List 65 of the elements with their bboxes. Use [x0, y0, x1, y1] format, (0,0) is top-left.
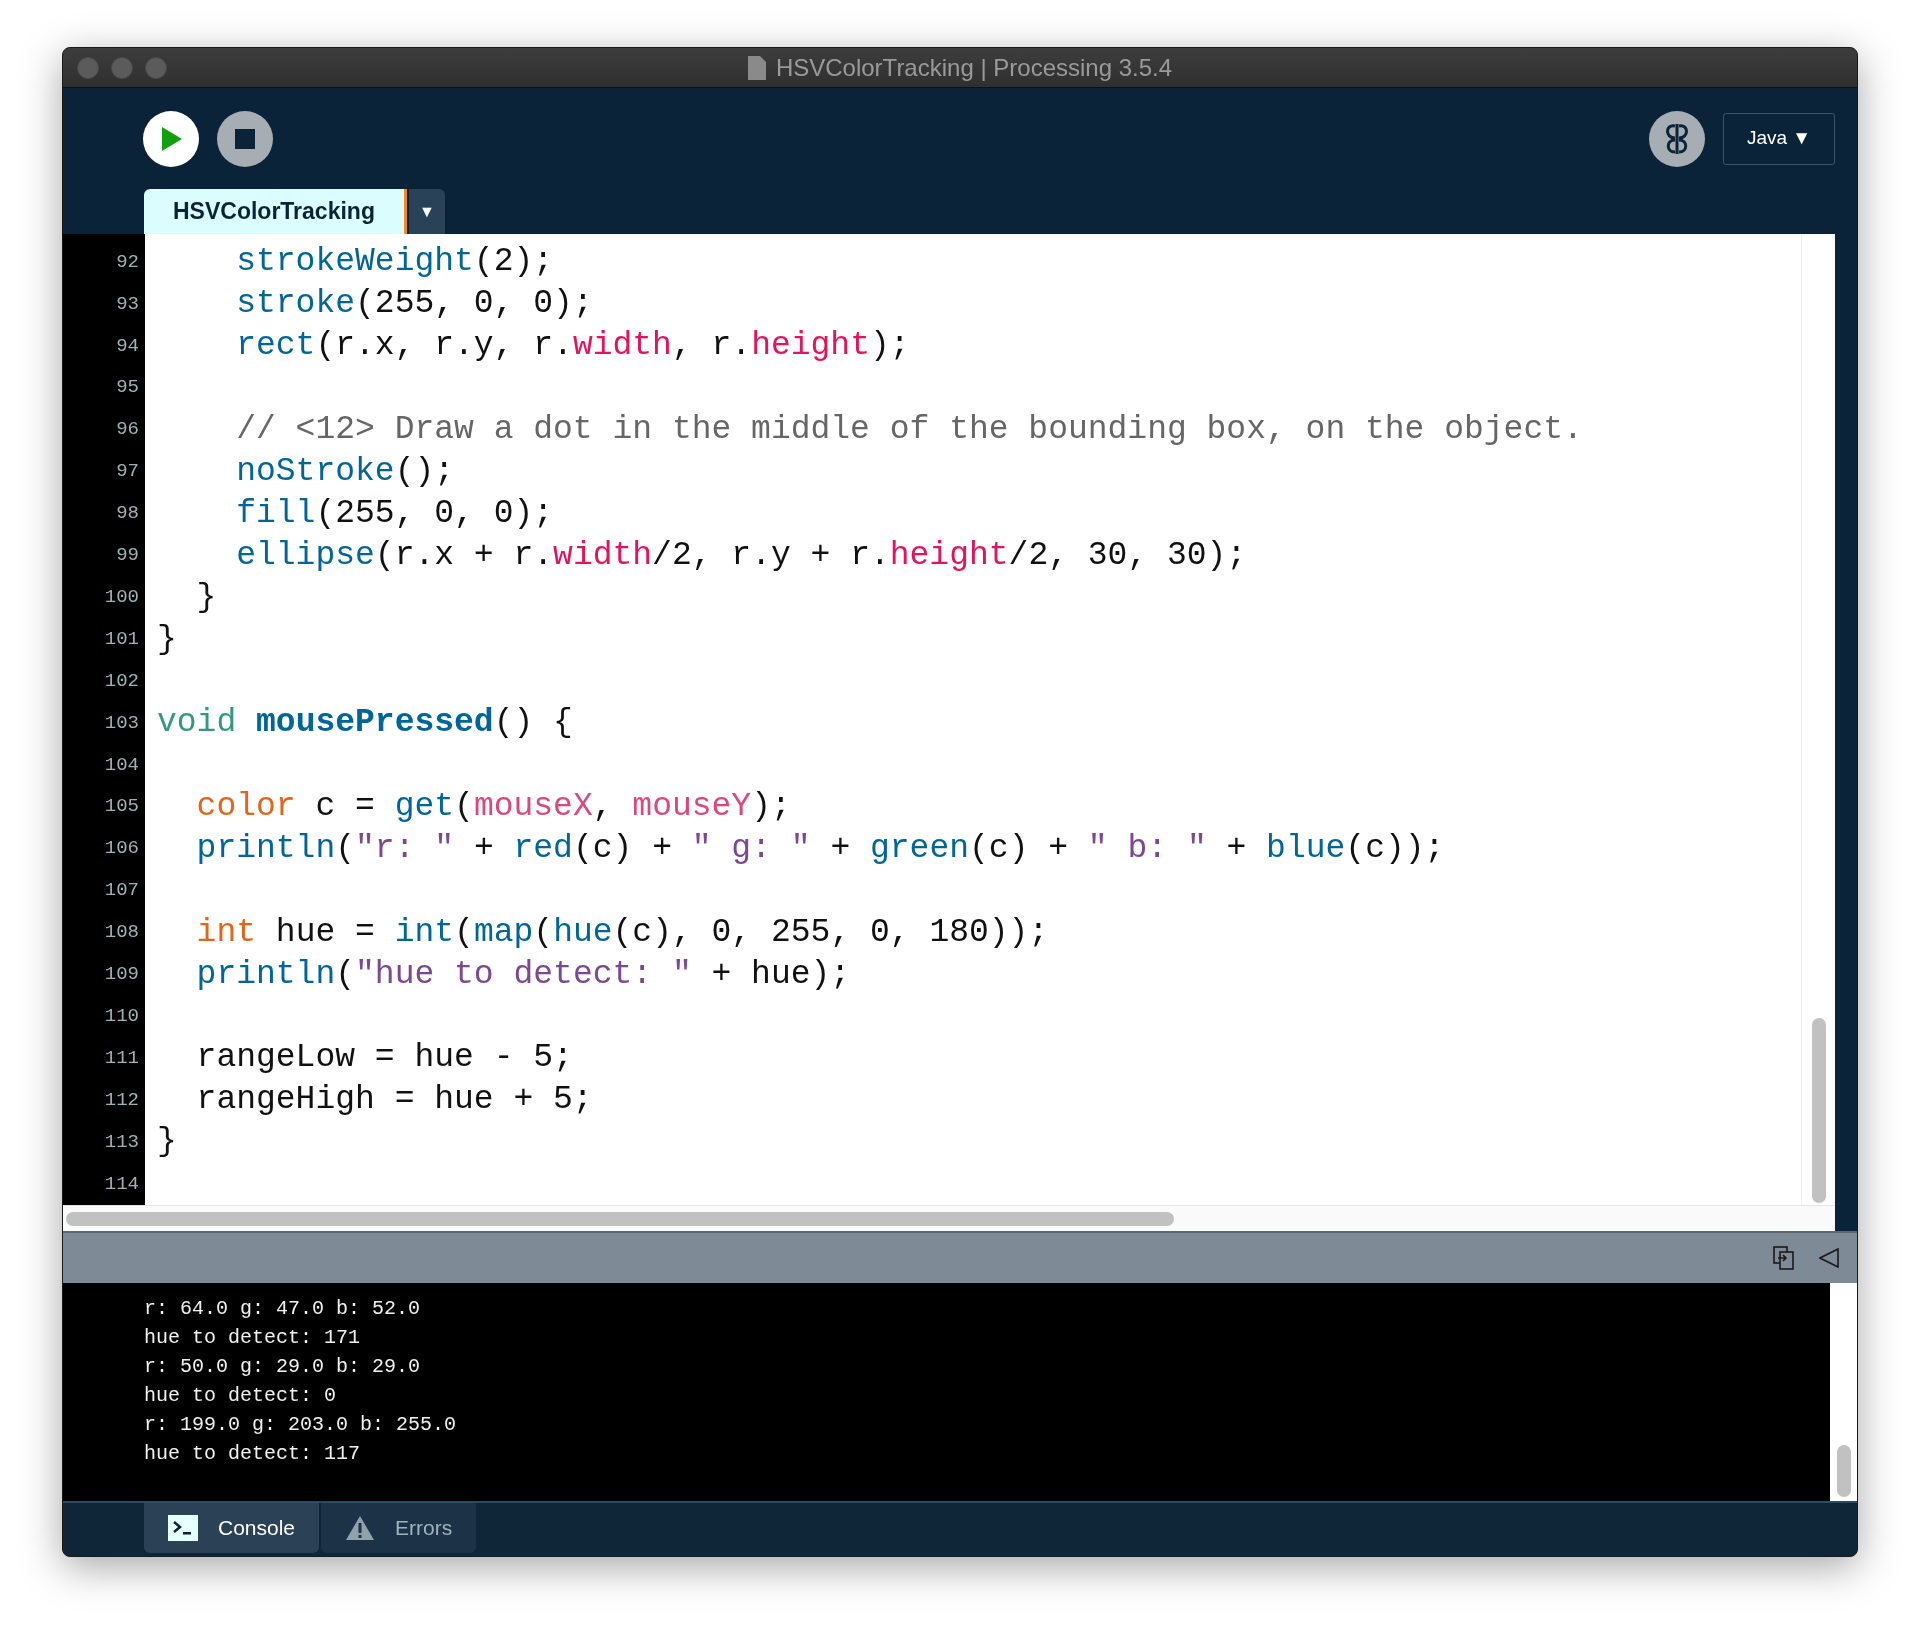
tab-menu-button[interactable]: ▼	[408, 189, 445, 234]
code-line: println("r: " + red(c) + " g: " + green(c) + " b: " + blue(c));	[195, 829, 1445, 869]
console-line: r: 64.0 g: 47.0 b: 52.0	[144, 1295, 421, 1322]
window-title: HSVColorTracking | Processing 3.5.4	[775, 52, 1173, 83]
vertical-scrollbar[interactable]	[1811, 1018, 1826, 1203]
line-number: 108	[104, 920, 139, 946]
line-number: 107	[104, 878, 139, 904]
zoom-button[interactable]	[145, 56, 167, 79]
code-line: println("hue to detect: " + hue);	[195, 954, 851, 995]
line-number: 110	[104, 1004, 139, 1029]
console-scrollbar[interactable]	[1836, 1445, 1851, 1497]
panel-tab[interactable]: Errors	[321, 1503, 477, 1553]
document-icon	[747, 55, 766, 80]
code-line: }	[157, 1122, 177, 1163]
code-line: rangeLow = hue - 5;	[195, 1038, 573, 1079]
line-number: 104	[104, 752, 139, 778]
console-line: hue to detect: 171	[144, 1324, 361, 1351]
line-number: 95	[116, 375, 139, 401]
code-line: noStroke();	[235, 451, 455, 492]
line-number: 112	[104, 1087, 139, 1113]
minimize-button[interactable]	[111, 56, 133, 79]
line-number: 114	[104, 1171, 139, 1197]
collapse-icon[interactable]	[1819, 1248, 1839, 1268]
line-number: 92	[116, 249, 139, 275]
code-line: fill(255, 0, 0);	[235, 493, 554, 534]
line-number: 111	[104, 1045, 139, 1071]
console-line: hue to detect: 117	[144, 1440, 361, 1467]
mode-dropdown[interactable]: Java ▼	[1723, 112, 1835, 165]
line-number: 93	[116, 291, 139, 317]
line-number: 101	[104, 626, 139, 652]
code-line: void mousePressed() {	[157, 703, 573, 744]
line-number: 113	[104, 1129, 139, 1155]
code-line: rect(r.x, r.y, r.width, r.height);	[235, 326, 910, 366]
code-line: ellipse(r.x + r.width/2, r.y + r.height/2, 30, 30);	[235, 535, 1247, 576]
line-number: 103	[104, 710, 139, 736]
code-line: }	[157, 619, 177, 660]
line-number: 97	[116, 459, 139, 485]
terminal-icon	[168, 1515, 198, 1541]
code-line: // <12> Draw a dot in the middle of the bounding box, on the object.	[235, 409, 1583, 450]
code-line: int hue = int(map(hue(c), 0, 255, 0, 180));	[195, 912, 1049, 953]
editor-tab[interactable]: HSVColorTracking	[144, 189, 407, 234]
line-number: 94	[116, 333, 139, 359]
panel-tab[interactable]: Console	[144, 1503, 320, 1553]
console-line: hue to detect: 0	[144, 1382, 337, 1409]
line-number: 98	[116, 501, 139, 527]
console-line: r: 50.0 g: 29.0 b: 29.0	[144, 1353, 421, 1380]
horizontal-scrollbar[interactable]	[66, 1211, 1174, 1226]
line-number: 105	[104, 794, 139, 820]
stop-icon	[235, 128, 255, 149]
line-number: 109	[104, 962, 139, 988]
line-number: 96	[116, 417, 139, 443]
code-line: strokeWeight(2);	[235, 242, 554, 282]
line-number: 106	[104, 836, 139, 862]
code-line: stroke(255, 0, 0);	[235, 284, 593, 324]
warning-icon	[345, 1515, 376, 1541]
line-number: 102	[104, 668, 139, 694]
close-button[interactable]	[77, 56, 99, 79]
line-number: 99	[116, 543, 139, 569]
code-line: rangeHigh = hue + 5;	[195, 1080, 593, 1121]
code-line: }	[195, 577, 217, 618]
console-line: r: 199.0 g: 203.0 b: 255.0	[144, 1411, 457, 1438]
play-icon	[160, 126, 182, 151]
copy-icon[interactable]	[1773, 1246, 1795, 1270]
line-number: 100	[104, 584, 139, 610]
code-line: color c = get(mouseX, mouseY);	[195, 787, 791, 827]
